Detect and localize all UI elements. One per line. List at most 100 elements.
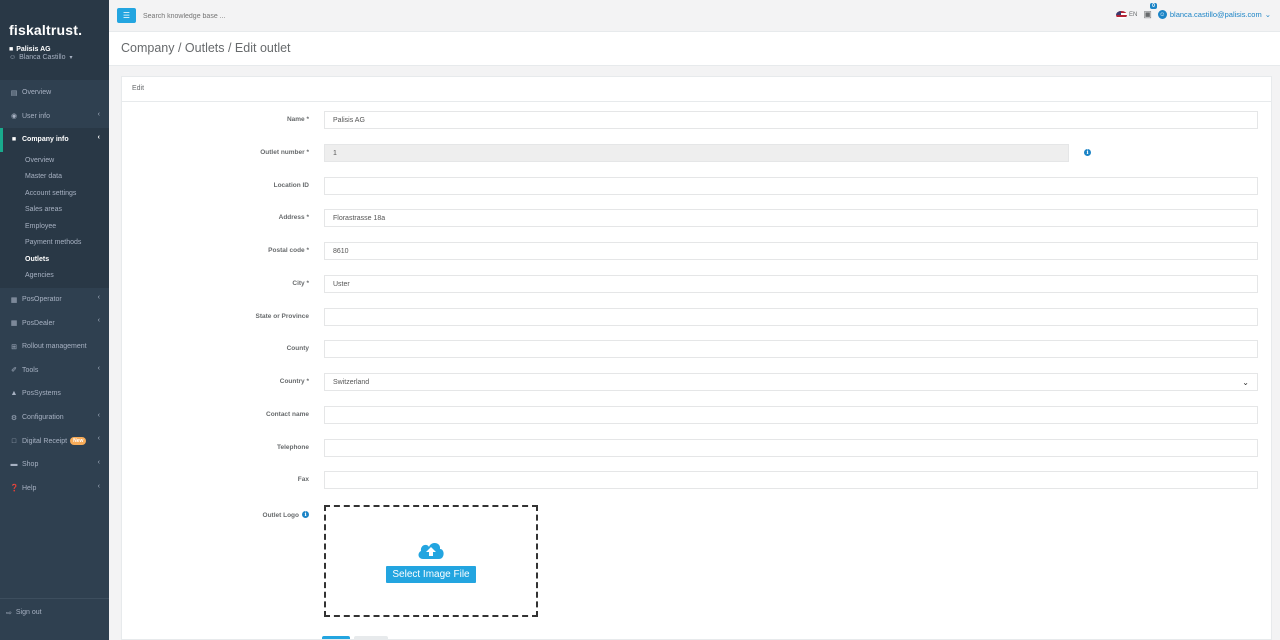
city-input[interactable]: Uster — [324, 275, 1258, 293]
state-row: State or Province — [122, 308, 1271, 326]
fax-row: Fax — [122, 471, 1271, 489]
city-row: City * Uster — [122, 275, 1271, 293]
sidebar-item-company-info[interactable]: ■ Company info ‹ — [0, 128, 109, 152]
state-input[interactable] — [324, 308, 1258, 326]
address-row: Address * Florastrasse 18a — [122, 209, 1271, 227]
building-icon: ▦ — [10, 296, 18, 304]
user-circle-icon: ◉ — [10, 113, 18, 121]
sign-out-link[interactable]: ⇨ Sign out — [0, 598, 109, 640]
sign-out-icon: ⇨ — [6, 610, 12, 617]
building-icon: ▦ — [10, 320, 18, 328]
logo-dropzone[interactable]: Select Image File — [324, 505, 538, 617]
cart-button[interactable]: ▣ 0 — [1143, 3, 1157, 20]
postal-code-row: Postal code * 8610 — [122, 242, 1271, 260]
save-button[interactable] — [322, 636, 350, 639]
submenu-item-employee[interactable]: Employee — [0, 218, 109, 235]
caret-down-icon: ▾ — [69, 55, 73, 61]
submenu-item-sales-areas[interactable]: Sales areas — [0, 201, 109, 218]
search-input[interactable] — [143, 8, 443, 24]
sidebar-item-tools[interactable]: ✐ Tools ‹ — [0, 359, 109, 383]
chevron-left-icon: ‹ — [97, 317, 100, 325]
user-menu[interactable]: ☺ blanca.castillo@palisis.com ⌄ — [1157, 10, 1271, 19]
sidebar-item-digital-receipt[interactable]: □ Digital Receipt New ‹ — [0, 429, 109, 453]
topbar-right: EN ▣ 0 ☺ blanca.castillo@palisis.com ⌄ — [1116, 3, 1271, 20]
plus-square-icon: ⊞ — [11, 343, 17, 351]
outlet-number-row: Outlet number * 1 i — [122, 144, 1271, 162]
cart-count-badge: 0 — [1150, 3, 1157, 9]
contact-label: Contact name — [266, 411, 309, 418]
country-label: Country * — [279, 378, 309, 385]
outlet-logo-row: Outlet Logo i — [122, 507, 1271, 525]
location-input[interactable] — [324, 177, 1258, 195]
outlet-logo-label: Outlet Logo — [262, 512, 299, 519]
submenu-item-account-settings[interactable]: Account settings — [0, 185, 109, 202]
briefcase-icon: ■ — [9, 46, 14, 53]
country-select[interactable]: Switzerland ⌄ — [324, 373, 1258, 391]
telephone-row: Telephone — [122, 439, 1271, 457]
postal-code-label: Postal code * — [268, 247, 309, 254]
name-label: Name * — [286, 116, 309, 123]
state-label: State or Province — [255, 313, 309, 320]
select-image-file-button[interactable]: Select Image File — [386, 566, 476, 583]
sidebar: fiskaltrust. ■ Palisis AG ☺ Blanca Castill… — [0, 0, 109, 640]
name-input[interactable]: Palisis AG — [324, 111, 1258, 129]
hamburger-icon: ☰ — [122, 11, 131, 20]
cancel-button[interactable] — [354, 636, 388, 639]
briefcase-icon: ■ — [11, 136, 17, 144]
form-actions — [322, 636, 388, 639]
sidebar-item-help[interactable]: ❓ Help ‹ — [0, 477, 109, 501]
submenu-item-payment-methods[interactable]: Payment methods — [0, 234, 109, 251]
outlet-number-label: Outlet number * — [260, 149, 309, 156]
cloud-upload-icon — [418, 543, 444, 559]
chevron-left-icon: ‹ — [97, 435, 100, 443]
info-icon[interactable]: i — [1084, 149, 1091, 156]
chevron-down-icon: ‹ — [97, 134, 100, 142]
fax-label: Fax — [297, 476, 309, 483]
user-icon: ☺ — [1157, 10, 1167, 19]
sidebar-item-shop[interactable]: ▬ Shop ‹ — [0, 453, 109, 477]
chevron-left-icon: ‹ — [97, 293, 100, 301]
sidebar-nav: ▤ Overview ◉ User info ‹ ■ Company info ‹ Ove… — [0, 81, 109, 500]
wrench-icon: ✐ — [11, 367, 17, 375]
question-icon: ❓ — [10, 485, 19, 493]
panel-title: Edit — [122, 77, 1271, 102]
city-label: City * — [292, 280, 309, 287]
submenu-item-master-data[interactable]: Master data — [0, 168, 109, 185]
company-name: ■ Palisis AG — [9, 46, 51, 53]
sidebar-item-posdealer[interactable]: ▦ PosDealer ‹ — [0, 311, 109, 335]
submenu-item-overview[interactable]: Overview — [0, 152, 109, 169]
telephone-input[interactable] — [324, 439, 1258, 457]
topbar: ☰ EN ▣0 ☺blanca.castillo@palisis.com⌄ — [109, 0, 1280, 32]
outlet-number-input: 1 — [324, 144, 1069, 162]
address-label: Address * — [278, 214, 309, 221]
submenu-item-outlets[interactable]: Outlets — [0, 251, 109, 268]
edit-panel: Edit Name * Palisis AG Outlet number * 1… — [121, 76, 1272, 640]
logo: fiskaltrust. — [9, 22, 83, 38]
chevron-down-icon: ⌄ — [1242, 377, 1249, 387]
chevron-left-icon: ‹ — [97, 110, 100, 118]
telephone-label: Telephone — [276, 444, 309, 451]
sidebar-item-user-info[interactable]: ◉ User info ‹ — [0, 105, 109, 129]
sidebar-item-posoperator[interactable]: ▦ PosOperator ‹ — [0, 288, 109, 312]
brand: fiskaltrust. ■ Palisis AG ☺ Blanca Castill… — [0, 0, 109, 80]
postal-code-input[interactable]: 8610 — [324, 242, 1258, 260]
name-row: Name * Palisis AG — [122, 111, 1271, 129]
sidebar-item-possystems[interactable]: ▲ PosSystems — [0, 382, 109, 406]
sidebar-item-rollout-management[interactable]: ⊞ Rollout management — [0, 335, 109, 359]
sidebar-item-overview[interactable]: ▤ Overview — [0, 81, 109, 105]
company-info-submenu: Overview Master data Account settings Sa… — [0, 151, 109, 288]
location-label: Location ID — [273, 182, 309, 189]
user-dropdown[interactable]: ☺ Blanca Castillo ▾ — [9, 54, 109, 61]
contact-input[interactable] — [324, 406, 1258, 424]
language-selector[interactable]: EN — [1116, 10, 1137, 19]
chevron-left-icon: ‹ — [97, 364, 100, 372]
fax-input[interactable] — [324, 471, 1258, 489]
info-icon[interactable]: i — [302, 511, 309, 518]
menu-toggle-button[interactable]: ☰ — [117, 8, 136, 23]
county-input[interactable] — [324, 340, 1258, 358]
submenu-item-agencies[interactable]: Agencies — [0, 267, 109, 284]
address-input[interactable]: Florastrasse 18a — [324, 209, 1258, 227]
sidebar-item-configuration[interactable]: ⚙ Configuration ‹ — [0, 406, 109, 430]
sitemap-icon: ▲ — [10, 390, 18, 398]
chevron-left-icon: ‹ — [97, 411, 100, 419]
